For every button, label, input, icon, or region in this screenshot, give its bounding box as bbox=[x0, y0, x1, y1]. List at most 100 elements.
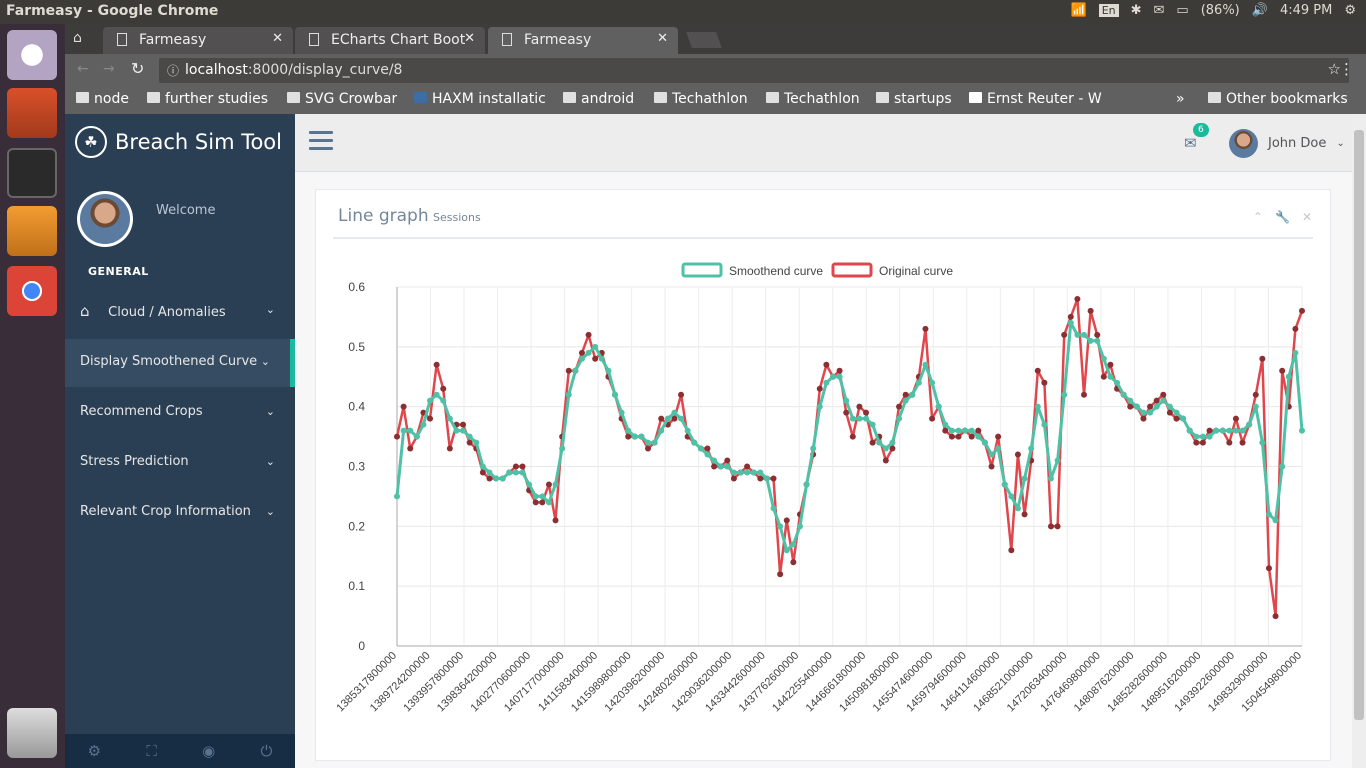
original-point bbox=[882, 457, 889, 464]
sidebar-item-stress-prediction[interactable]: Stress Prediction ⌄ bbox=[65, 439, 295, 487]
smoothend-point bbox=[1160, 397, 1167, 404]
original-point bbox=[658, 415, 665, 422]
smoothend-point bbox=[1279, 463, 1286, 470]
smoothend-point bbox=[922, 361, 929, 368]
original-point bbox=[777, 571, 784, 578]
hamburger-menu-icon[interactable] bbox=[309, 131, 333, 151]
bookmark-node[interactable]: node bbox=[76, 91, 129, 107]
x-tick-label: 1415989800000 bbox=[569, 650, 634, 715]
sidebar-item-cloud-anomalies[interactable]: ⌂ Cloud / Anomalies ⌄ bbox=[65, 287, 295, 335]
bookmark-android[interactable]: android bbox=[563, 91, 634, 107]
smoothend-point bbox=[1087, 337, 1094, 344]
sublime-text-icon[interactable] bbox=[7, 206, 57, 256]
sidebar-item-recommend-crops[interactable]: Recommend Crops ⌄ bbox=[65, 389, 295, 437]
fullscreen-icon[interactable]: ⛶ bbox=[146, 742, 157, 760]
address-bar[interactable]: ⓘ localhost:8000/display_curve/8 ☆ bbox=[159, 58, 1349, 83]
smoothend-point bbox=[1094, 337, 1101, 344]
page-scrollbar[interactable] bbox=[1352, 114, 1366, 768]
original-point bbox=[1140, 415, 1147, 422]
smoothend-point bbox=[658, 427, 665, 434]
smoothend-point bbox=[506, 469, 513, 476]
chrome-icon[interactable] bbox=[7, 266, 57, 316]
smoothend-point bbox=[1140, 409, 1147, 416]
bookmark-haxm[interactable]: HAXM installatic bbox=[414, 91, 549, 107]
smoothend-point bbox=[1166, 403, 1173, 410]
tab-farmeasy-active[interactable]: Farmeasy ✕ bbox=[488, 27, 678, 54]
power-settings-icon[interactable]: ⚙ bbox=[1344, 3, 1356, 18]
bookmark-other[interactable]: Other bookmarks bbox=[1208, 91, 1348, 107]
menu-icon[interactable]: ⋮ bbox=[1339, 60, 1354, 78]
file-manager-icon[interactable] bbox=[7, 88, 57, 138]
smoothend-point bbox=[1001, 481, 1008, 488]
smoothend-curve-line bbox=[395, 321, 1304, 552]
original-point bbox=[1259, 355, 1266, 362]
sidebar-item-display-smoothened-curve[interactable]: Display Smoothened Curve ⌄ bbox=[65, 339, 295, 387]
bookmark-svg-crowbar[interactable]: SVG Crowbar bbox=[287, 91, 397, 107]
bookmark-further-studies[interactable]: further studies bbox=[147, 91, 268, 107]
sidebar-item-relevant-crop-information[interactable]: Relevant Crop Information ⌄ bbox=[65, 489, 295, 537]
original-point bbox=[869, 439, 876, 446]
collapse-icon[interactable]: ⌃ bbox=[1253, 210, 1263, 224]
brand-title: Breach Sim Tool bbox=[115, 130, 282, 154]
smoothend-point bbox=[1180, 415, 1187, 422]
bluetooth-icon[interactable]: ✱ bbox=[1131, 3, 1142, 18]
original-point bbox=[856, 403, 863, 410]
original-point bbox=[1041, 379, 1048, 386]
ubuntu-dash-icon[interactable] bbox=[7, 30, 57, 80]
envelope-icon[interactable]: ✉ bbox=[1184, 134, 1197, 152]
brand[interactable]: ☘ Breach Sim Tool bbox=[75, 126, 282, 158]
close-icon[interactable]: ✕ bbox=[1302, 210, 1312, 224]
legend-label: Original curve bbox=[879, 264, 953, 278]
tab-farmeasy-1[interactable]: Farmeasy ✕ bbox=[103, 27, 293, 54]
smoothend-point bbox=[598, 355, 605, 362]
keyboard-layout[interactable]: En bbox=[1098, 4, 1119, 17]
logout-icon[interactable]: ⏻ bbox=[260, 742, 272, 760]
back-icon[interactable]: ← bbox=[77, 61, 89, 77]
chevron-down-icon: ⌄ bbox=[1336, 138, 1345, 149]
new-tab-button[interactable] bbox=[686, 32, 722, 48]
smoothend-point bbox=[724, 463, 731, 470]
smoothend-point bbox=[519, 469, 526, 476]
x-tick-label: 1468521000000 bbox=[971, 650, 1036, 715]
smoothend-point bbox=[532, 493, 539, 500]
trash-icon[interactable] bbox=[7, 708, 57, 758]
y-tick-label: 0.6 bbox=[348, 280, 365, 294]
terminal-icon[interactable] bbox=[7, 148, 57, 198]
tab-echarts[interactable]: ECharts Chart Boot ✕ bbox=[295, 27, 485, 54]
smoothend-point bbox=[1021, 475, 1028, 482]
page-icon bbox=[502, 33, 512, 46]
smoothend-point bbox=[803, 481, 810, 488]
smoothend-point bbox=[1107, 373, 1114, 380]
smoothend-point bbox=[909, 391, 916, 398]
reload-icon[interactable]: ↻ bbox=[131, 59, 144, 78]
x-tick-label: 1472063400000 bbox=[1005, 650, 1070, 715]
x-tick-label: 1398364200000 bbox=[435, 650, 500, 715]
smoothend-point bbox=[1014, 505, 1021, 512]
settings-icon[interactable]: ⚙ bbox=[88, 742, 101, 760]
close-icon[interactable]: ✕ bbox=[272, 31, 283, 46]
lock-icon[interactable]: ◉ bbox=[202, 742, 215, 760]
wrench-icon[interactable]: 🔧 bbox=[1275, 210, 1290, 224]
smoothend-point bbox=[929, 379, 936, 386]
bookmark-startups[interactable]: startups bbox=[876, 91, 952, 107]
bookmark-ernst-reuter[interactable]: Ernst Reuter - W bbox=[969, 91, 1104, 107]
bookmark-techathlon-1[interactable]: Techathlon bbox=[654, 91, 748, 107]
bookmark-techathlon-2[interactable]: Techathlon bbox=[766, 91, 860, 107]
smoothend-point bbox=[1034, 403, 1041, 410]
wifi-icon[interactable]: 📶 bbox=[1071, 3, 1087, 18]
smoothend-point bbox=[737, 469, 744, 476]
bookmarks-overflow-icon[interactable]: » bbox=[1176, 91, 1185, 107]
original-point bbox=[724, 457, 731, 464]
forward-icon[interactable]: → bbox=[103, 61, 115, 77]
panel-toolbox: ⌃ 🔧 ✕ bbox=[1253, 210, 1312, 224]
mail-icon[interactable]: ✉ bbox=[1154, 3, 1165, 18]
close-icon[interactable]: ✕ bbox=[657, 31, 668, 46]
user-menu[interactable]: John Doe ⌄ bbox=[1229, 129, 1345, 158]
clock[interactable]: 4:49 PM bbox=[1280, 3, 1332, 18]
close-icon[interactable]: ✕ bbox=[464, 31, 475, 46]
original-point bbox=[592, 355, 599, 362]
info-icon[interactable]: ⓘ bbox=[167, 62, 179, 79]
volume-icon[interactable]: 🔊 bbox=[1252, 3, 1268, 18]
original-point bbox=[1008, 547, 1015, 554]
battery-icon[interactable]: ▭ bbox=[1176, 3, 1188, 18]
